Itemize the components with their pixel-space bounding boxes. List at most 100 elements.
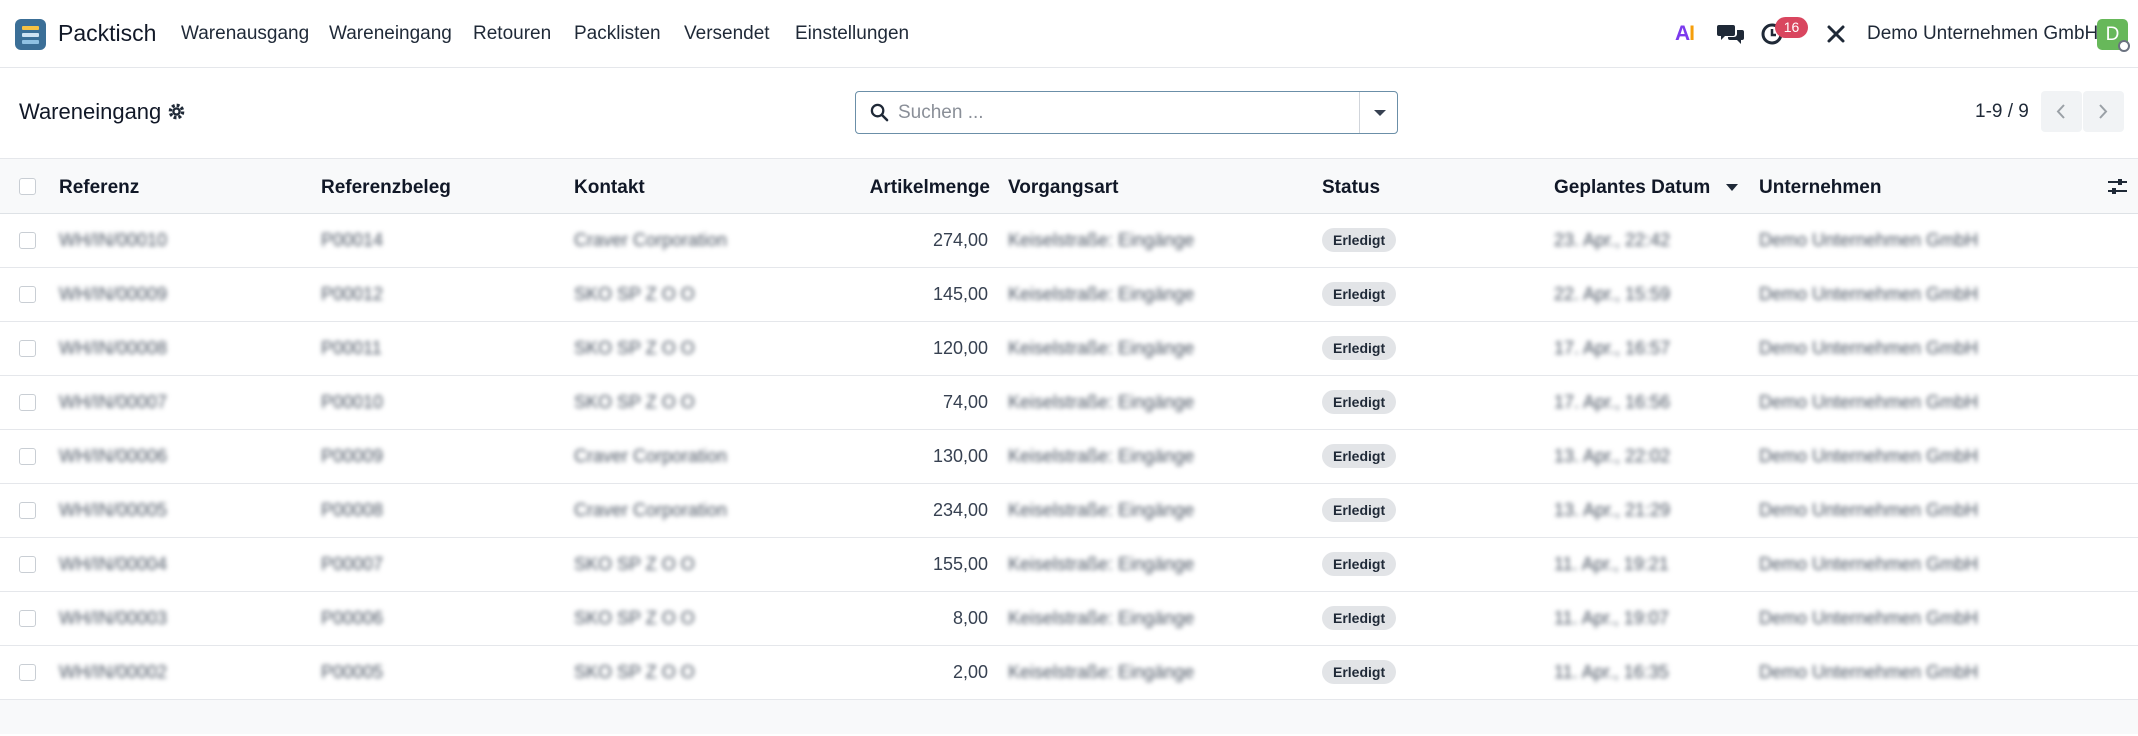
cell-company: Demo Unternehmen GmbH bbox=[1759, 446, 1979, 466]
table-row[interactable]: WH/IN/00008 P00011 SKO SP Z O O 120,00 K… bbox=[0, 322, 2138, 376]
table-footer bbox=[0, 700, 2138, 734]
menu-item-retouren[interactable]: Retouren bbox=[473, 23, 551, 45]
cell-quantity: 2,00 bbox=[952, 662, 988, 682]
status-badge: Erledigt bbox=[1322, 498, 1397, 522]
ai-icon[interactable]: AI bbox=[1675, 22, 1701, 46]
status-badge: Erledigt bbox=[1322, 606, 1397, 630]
column-header-quantity[interactable]: Artikelmenge bbox=[840, 177, 990, 199]
cell-company: Demo Unternehmen GmbH bbox=[1759, 554, 1979, 574]
search-input[interactable] bbox=[898, 92, 1338, 133]
pager-value[interactable]: 1-9 / 9 bbox=[1975, 101, 2029, 123]
search-options-toggle[interactable] bbox=[1359, 92, 1398, 133]
column-header-source-document[interactable]: Referenzbeleg bbox=[321, 177, 451, 199]
top-navbar: Packtisch Warenausgang Wareneingang Reto… bbox=[0, 0, 2138, 68]
cell-company: Demo Unternehmen GmbH bbox=[1759, 500, 1979, 520]
company-switcher[interactable]: Demo Unternehmen GmbH bbox=[1867, 23, 2098, 45]
chevron-right-icon bbox=[2099, 104, 2108, 119]
cell-reference: WH/IN/00004 bbox=[59, 554, 168, 574]
cell-quantity: 74,00 bbox=[942, 392, 988, 412]
cell-quantity: 145,00 bbox=[932, 284, 988, 304]
cell-quantity: 234,00 bbox=[932, 500, 988, 520]
menu-item-einstellungen[interactable]: Einstellungen bbox=[795, 23, 909, 45]
cell-scheduled-date: 22. Apr., 15:59 bbox=[1554, 284, 1671, 304]
cell-company: Demo Unternehmen GmbH bbox=[1759, 662, 1979, 682]
search-icon bbox=[870, 103, 889, 122]
row-checkbox[interactable] bbox=[19, 394, 36, 411]
cell-scheduled-date: 11. Apr., 19:21 bbox=[1554, 554, 1669, 574]
activity-count-badge: 16 bbox=[1775, 17, 1808, 38]
menu-item-wareneingang[interactable]: Wareneingang bbox=[329, 23, 452, 45]
cell-reference: WH/IN/00006 bbox=[59, 446, 168, 466]
cell-scheduled-date: 13. Apr., 22:02 bbox=[1554, 446, 1671, 466]
cell-contact: SKO SP Z O O bbox=[574, 608, 695, 628]
column-header-operation-type[interactable]: Vorgangsart bbox=[1008, 177, 1119, 199]
menu-item-versendet[interactable]: Versendet bbox=[684, 23, 770, 45]
table-row[interactable]: WH/IN/00009 P00012 SKO SP Z O O 145,00 K… bbox=[0, 268, 2138, 322]
status-badge: Erledigt bbox=[1322, 660, 1397, 684]
table-header: Referenz Referenzbeleg Kontakt Artikelme… bbox=[0, 158, 2138, 214]
cell-source-document: P00005 bbox=[321, 662, 384, 682]
status-badge: Erledigt bbox=[1322, 390, 1397, 414]
table-row[interactable]: WH/IN/00002 P00005 SKO SP Z O O 2,00 Kei… bbox=[0, 646, 2138, 700]
cell-reference: WH/IN/00003 bbox=[59, 608, 168, 628]
cell-reference: WH/IN/00008 bbox=[59, 338, 168, 358]
table-row[interactable]: WH/IN/00004 P00007 SKO SP Z O O 155,00 K… bbox=[0, 538, 2138, 592]
cell-contact: SKO SP Z O O bbox=[574, 338, 695, 358]
table-row[interactable]: WH/IN/00006 P00009 Craver Corporation 13… bbox=[0, 430, 2138, 484]
pager-next-button[interactable] bbox=[2083, 91, 2124, 132]
menu-item-packlisten[interactable]: Packlisten bbox=[574, 23, 661, 45]
row-checkbox[interactable] bbox=[19, 502, 36, 519]
menu-item-warenausgang[interactable]: Warenausgang bbox=[181, 23, 309, 45]
sort-descending-icon[interactable] bbox=[1726, 184, 1738, 191]
status-badge: Erledigt bbox=[1322, 552, 1397, 576]
cell-operation-type: Keiselstraße: Eingänge bbox=[1008, 554, 1195, 574]
table-row[interactable]: WH/IN/00010 P00014 Craver Corporation 27… bbox=[0, 214, 2138, 268]
chat-icon[interactable] bbox=[1717, 23, 1744, 45]
row-checkbox[interactable] bbox=[19, 232, 36, 249]
cell-contact: SKO SP Z O O bbox=[574, 554, 695, 574]
cell-company: Demo Unternehmen GmbH bbox=[1759, 284, 1979, 304]
cell-scheduled-date: 11. Apr., 16:35 bbox=[1554, 662, 1669, 682]
row-checkbox[interactable] bbox=[19, 340, 36, 357]
row-checkbox[interactable] bbox=[19, 286, 36, 303]
table-row[interactable]: WH/IN/00005 P00008 Craver Corporation 23… bbox=[0, 484, 2138, 538]
column-header-company[interactable]: Unternehmen bbox=[1759, 177, 1881, 199]
status-badge: Erledigt bbox=[1322, 444, 1397, 468]
cell-company: Demo Unternehmen GmbH bbox=[1759, 338, 1979, 358]
gear-icon[interactable] bbox=[167, 102, 186, 121]
select-all-checkbox[interactable] bbox=[19, 178, 36, 195]
cell-scheduled-date: 17. Apr., 16:56 bbox=[1554, 392, 1671, 412]
cell-company: Demo Unternehmen GmbH bbox=[1759, 392, 1979, 412]
row-checkbox[interactable] bbox=[19, 610, 36, 627]
table-row[interactable]: WH/IN/00003 P00006 SKO SP Z O O 8,00 Kei… bbox=[0, 592, 2138, 646]
cell-source-document: P00010 bbox=[321, 392, 384, 412]
pager-previous-button[interactable] bbox=[2041, 91, 2082, 132]
row-checkbox[interactable] bbox=[19, 556, 36, 573]
column-header-scheduled-date[interactable]: Geplantes Datum bbox=[1554, 177, 1710, 199]
cell-quantity: 130,00 bbox=[932, 446, 988, 466]
table-body: WH/IN/00010 P00014 Craver Corporation 27… bbox=[0, 214, 2138, 700]
column-header-status[interactable]: Status bbox=[1322, 177, 1380, 199]
cell-scheduled-date: 23. Apr., 22:42 bbox=[1554, 230, 1671, 250]
app-name[interactable]: Packtisch bbox=[58, 20, 156, 47]
cell-reference: WH/IN/00002 bbox=[59, 662, 168, 682]
cell-source-document: P00012 bbox=[321, 284, 384, 304]
table-row[interactable]: WH/IN/00007 P00010 SKO SP Z O O 74,00 Ke… bbox=[0, 376, 2138, 430]
cell-scheduled-date: 17. Apr., 16:57 bbox=[1554, 338, 1671, 358]
cell-operation-type: Keiselstraße: Eingänge bbox=[1008, 608, 1195, 628]
cell-reference: WH/IN/00010 bbox=[59, 230, 168, 250]
status-badge: Erledigt bbox=[1322, 282, 1397, 306]
tools-icon[interactable] bbox=[1826, 24, 1846, 44]
status-badge: Erledigt bbox=[1322, 336, 1397, 360]
cell-quantity: 155,00 bbox=[932, 554, 988, 574]
cell-operation-type: Keiselstraße: Eingänge bbox=[1008, 662, 1195, 682]
app-icon[interactable] bbox=[15, 19, 46, 50]
row-checkbox[interactable] bbox=[19, 448, 36, 465]
cell-source-document: P00014 bbox=[321, 230, 384, 250]
sliders-icon[interactable] bbox=[2107, 176, 2128, 197]
cell-source-document: P00009 bbox=[321, 446, 384, 466]
row-checkbox[interactable] bbox=[19, 664, 36, 681]
column-header-reference[interactable]: Referenz bbox=[59, 177, 139, 199]
column-header-contact[interactable]: Kontakt bbox=[574, 177, 645, 199]
search-bar bbox=[855, 91, 1398, 134]
